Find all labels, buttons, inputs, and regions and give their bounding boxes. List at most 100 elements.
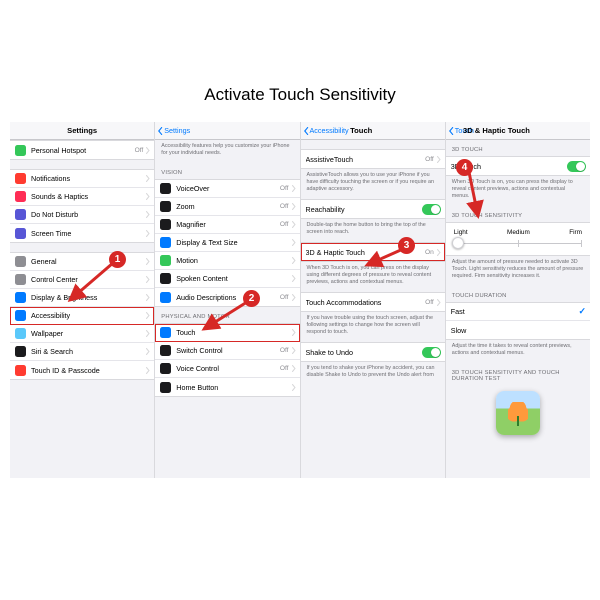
settings-row[interactable]: Display & Text Size: [155, 234, 299, 252]
settings-row[interactable]: Accessibility: [10, 307, 154, 325]
settings-row[interactable]: Wallpaper: [10, 325, 154, 343]
settings-row[interactable]: Spoken Content: [155, 270, 299, 288]
row-value: Off: [425, 156, 434, 163]
toggle-switch[interactable]: [422, 347, 441, 358]
app-icon: [15, 292, 26, 303]
chevron-right-icon: [145, 230, 150, 237]
chevron-right-icon: [145, 330, 150, 337]
chevron-right-icon: [291, 365, 296, 372]
chevron-right-icon: [291, 221, 296, 228]
settings-row[interactable]: 3D & Haptic TouchOn: [301, 243, 445, 261]
settings-row[interactable]: Control Center: [10, 271, 154, 289]
slider-thumb[interactable]: [452, 237, 464, 249]
chevron-right-icon: [145, 175, 150, 182]
settings-row[interactable]: General: [10, 253, 154, 271]
row-label: Touch Accommodations: [306, 298, 426, 307]
settings-row[interactable]: Reachability: [301, 200, 445, 218]
app-icon: [160, 183, 171, 194]
panel-settings: Settings Personal HotspotOff Notificatio…: [10, 122, 155, 478]
settings-row[interactable]: Personal HotspotOff: [10, 141, 154, 159]
app-icon: [160, 255, 171, 266]
row-value: Off: [280, 203, 289, 210]
row-value: Off: [280, 185, 289, 192]
back-button[interactable]: Settings: [158, 126, 190, 135]
settings-row[interactable]: Notifications: [10, 170, 154, 188]
row-label: Voice Control: [176, 364, 280, 373]
toggle-switch[interactable]: [422, 204, 441, 215]
row-value: Off: [280, 294, 289, 301]
settings-row[interactable]: Audio DescriptionsOff: [155, 288, 299, 306]
app-icon: [15, 228, 26, 239]
chevron-right-icon: [291, 239, 296, 246]
chevron-right-icon: [291, 203, 296, 210]
settings-row[interactable]: ZoomOff: [155, 198, 299, 216]
chevron-left-icon: [158, 127, 163, 135]
row-value: On: [425, 249, 434, 256]
section-duration: TOUCH DURATION: [446, 286, 590, 302]
settings-row[interactable]: Fast✓: [446, 303, 590, 321]
app-icon: [160, 345, 171, 356]
panel-touch: Accessibility Touch AssistiveTouchOff As…: [301, 122, 446, 478]
settings-row[interactable]: Screen Time: [10, 224, 154, 242]
row-label: Screen Time: [31, 229, 145, 238]
settings-row[interactable]: Display & Brightness: [10, 289, 154, 307]
row-label: Slow: [451, 326, 586, 335]
row-value: Off: [280, 221, 289, 228]
settings-row[interactable]: Shake to Undo: [301, 343, 445, 361]
footer-text: Adjust the amount of pressure needed to …: [446, 256, 590, 286]
settings-row[interactable]: Motion: [155, 252, 299, 270]
row-label: Do Not Disturb: [31, 210, 145, 219]
test-preview-image[interactable]: [496, 391, 540, 435]
slider-label-medium: Medium: [507, 229, 530, 236]
settings-row[interactable]: Do Not Disturb: [10, 206, 154, 224]
settings-row[interactable]: Touch: [155, 324, 299, 342]
section-physical: PHYSICAL AND MOTOR: [155, 307, 299, 323]
toggle-3d-touch[interactable]: [567, 161, 586, 172]
sensitivity-slider[interactable]: [454, 237, 582, 251]
back-label: Settings: [164, 126, 190, 135]
app-icon: [15, 191, 26, 202]
row-label: AssistiveTouch: [306, 155, 426, 164]
chevron-right-icon: [291, 347, 296, 354]
settings-row[interactable]: VoiceOverOff: [155, 180, 299, 198]
settings-row[interactable]: Touch ID & Passcode: [10, 361, 154, 379]
settings-row[interactable]: Sounds & Haptics: [10, 188, 154, 206]
settings-row[interactable]: MagnifierOff: [155, 216, 299, 234]
row-label: Touch: [176, 328, 290, 337]
settings-row[interactable]: Switch ControlOff: [155, 342, 299, 360]
chevron-right-icon: [291, 384, 296, 391]
row-label: Display & Text Size: [176, 238, 290, 247]
footer-text: AssistiveTouch allows you to use your iP…: [301, 169, 445, 199]
settings-row[interactable]: Touch AccommodationsOff: [301, 293, 445, 311]
settings-row[interactable]: Voice ControlOff: [155, 360, 299, 378]
chevron-right-icon: [145, 294, 150, 301]
panel-accessibility: Settings Accessibility features help you…: [155, 122, 300, 478]
row-label: Siri & Search: [31, 347, 145, 356]
footer-text: If you have trouble using the touch scre…: [301, 312, 445, 342]
chevron-right-icon: [145, 276, 150, 283]
row-label: Home Button: [176, 383, 290, 392]
row-value: Off: [135, 147, 144, 154]
chevron-right-icon: [291, 294, 296, 301]
app-icon: [15, 274, 26, 285]
app-icon: [15, 328, 26, 339]
settings-row[interactable]: AssistiveTouchOff: [301, 150, 445, 168]
row-label: Magnifier: [176, 220, 280, 229]
settings-row[interactable]: Home Button: [155, 378, 299, 396]
app-icon: [160, 327, 171, 338]
app-icon: [15, 209, 26, 220]
settings-row[interactable]: Slow: [446, 321, 590, 339]
annotation-badge-2: 2: [243, 290, 260, 307]
annotation-badge-3: 3: [398, 237, 415, 254]
row-label: Switch Control: [176, 346, 280, 355]
slider-label-firm: Firm: [569, 229, 582, 236]
row-label: Accessibility: [31, 311, 145, 320]
section-test: 3D TOUCH SENSITIVITY AND TOUCH DURATION …: [446, 363, 590, 385]
row-label: Audio Descriptions: [176, 293, 280, 302]
row-label: Spoken Content: [176, 274, 290, 283]
section-vision: VISION: [155, 163, 299, 179]
chevron-right-icon: [291, 185, 296, 192]
settings-row[interactable]: Siri & Search: [10, 343, 154, 361]
chevron-right-icon: [145, 348, 150, 355]
app-icon: [15, 173, 26, 184]
